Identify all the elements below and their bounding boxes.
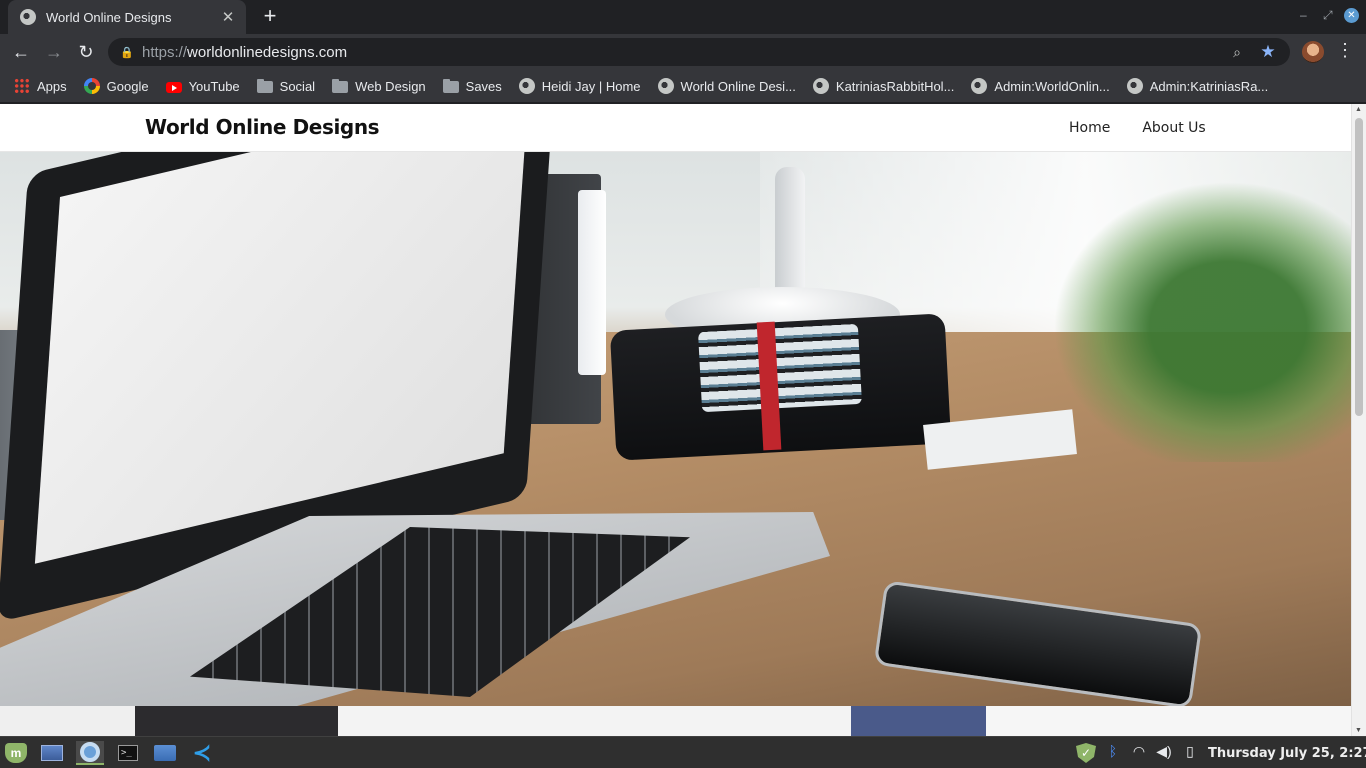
bookmark-label: Google xyxy=(106,78,149,94)
reload-button[interactable]: ↻ xyxy=(74,40,98,64)
hero-image xyxy=(0,152,1351,706)
chromium-taskbar-button[interactable] xyxy=(76,741,104,765)
bookmark-youtube[interactable]: YouTube xyxy=(165,78,240,94)
vscode-icon: ≺ xyxy=(192,740,212,765)
bookmark-label: Social xyxy=(279,78,316,94)
bookmark-label: Admin:KatriniasRa... xyxy=(1149,78,1269,94)
bluetooth-icon[interactable]: ᛒ xyxy=(1106,743,1120,763)
mint-menu-button[interactable]: m xyxy=(2,741,30,765)
scroll-up-icon[interactable]: ▲ xyxy=(1355,106,1362,113)
nav-home-link[interactable]: Home xyxy=(1069,120,1110,136)
files-taskbar-button[interactable] xyxy=(151,741,179,765)
zoom-icon[interactable]: ⌕ xyxy=(1226,44,1248,61)
bookmark-label: Admin:WorldOnlin... xyxy=(994,78,1110,94)
globe-icon xyxy=(20,9,36,25)
web-page: World Online Designs Home About Us ▲ ▼ xyxy=(0,104,1366,736)
next-section-preview xyxy=(0,706,1351,736)
plant xyxy=(1030,162,1351,462)
show-desktop-button[interactable] xyxy=(38,741,66,765)
update-shield-icon[interactable]: ✓ xyxy=(1076,743,1096,763)
browser-menu-icon[interactable]: ⋮ xyxy=(1336,40,1354,61)
files-icon xyxy=(154,745,176,761)
tab-strip: World Online Designs ✕ + ‒ ⤢ ✕ xyxy=(0,0,1366,34)
folder-icon xyxy=(256,79,273,93)
bookmarks-bar: Apps Google YouTube Social Web Design Sa… xyxy=(0,70,1366,103)
cream-tube xyxy=(578,190,606,375)
vscode-taskbar-button[interactable]: ≺ xyxy=(188,741,216,765)
lamp-neck xyxy=(775,167,805,302)
globe-icon xyxy=(812,78,829,94)
site-nav: Home About Us xyxy=(1069,120,1238,136)
nav-about-us-link[interactable]: About Us xyxy=(1142,120,1205,136)
bookmark-label: Web Design xyxy=(355,78,426,94)
new-tab-button[interactable]: + xyxy=(258,5,282,29)
bookmark-folder-social[interactable]: Social xyxy=(256,78,316,94)
bookmark-label: World Online Desi... xyxy=(680,78,796,94)
browser-tab[interactable]: World Online Designs ✕ xyxy=(8,0,246,34)
bookmark-label: Apps xyxy=(37,78,67,94)
bookmark-star-icon[interactable]: ★ xyxy=(1258,42,1278,62)
bookmark-heidi-jay[interactable]: Heidi Jay | Home xyxy=(518,78,641,94)
bookmark-katrinias-rabbit-hole[interactable]: KatriniasRabbitHol... xyxy=(812,78,955,94)
site-title[interactable]: World Online Designs xyxy=(145,115,380,139)
bookmark-world-online-designs[interactable]: World Online Desi... xyxy=(657,78,796,94)
minimize-window-button[interactable]: ‒ xyxy=(1300,8,1307,24)
show-desktop-icon xyxy=(41,745,63,761)
site-header: World Online Designs Home About Us xyxy=(0,104,1351,152)
browser-toolbar: ← → ↻ 🔒 https://worldonlinedesigns.com ⌕… xyxy=(0,34,1366,70)
url-text[interactable]: https://worldonlinedesigns.com xyxy=(142,44,1226,61)
terminal-icon: >_ xyxy=(118,745,138,761)
bookmark-folder-saves[interactable]: Saves xyxy=(442,78,502,94)
bookmark-label: KatriniasRabbitHol... xyxy=(835,78,955,94)
pens xyxy=(698,323,862,413)
lock-icon[interactable]: 🔒 xyxy=(120,46,134,59)
maximize-window-button[interactable]: ⤢ xyxy=(1323,8,1333,24)
globe-icon xyxy=(657,78,674,94)
folder-icon xyxy=(442,79,459,93)
bookmark-admin-katrinias[interactable]: Admin:KatriniasRa... xyxy=(1126,78,1269,94)
scroll-down-icon[interactable]: ▼ xyxy=(1355,727,1362,734)
profile-avatar[interactable] xyxy=(1302,41,1324,63)
os-taskbar: m >_ ≺ ✓ ᛒ ◠ ◀) ▯ Thursday July 25, 2:27… xyxy=(0,736,1366,768)
page-scrollbar[interactable]: ▲ ▼ xyxy=(1351,104,1366,736)
url-scheme: https:// xyxy=(142,43,188,61)
close-window-button[interactable]: ✕ xyxy=(1344,8,1359,23)
volume-icon[interactable]: ◀) xyxy=(1155,743,1173,763)
globe-icon xyxy=(518,78,535,94)
forward-button[interactable]: → xyxy=(42,40,66,64)
scroll-thumb[interactable] xyxy=(1355,118,1363,416)
bookmark-label: Saves xyxy=(465,78,502,94)
bookmark-admin-world-online[interactable]: Admin:WorldOnlin... xyxy=(971,78,1110,94)
youtube-icon xyxy=(165,81,182,93)
url-host: worldonlinedesigns.com xyxy=(187,43,348,61)
bookmark-label: Heidi Jay | Home xyxy=(541,78,641,94)
bookmark-label: YouTube xyxy=(188,78,240,94)
terminal-taskbar-button[interactable]: >_ xyxy=(114,741,142,765)
google-icon xyxy=(83,78,100,94)
folder-icon xyxy=(332,79,349,93)
chromium-icon xyxy=(80,742,100,762)
bookmark-apps[interactable]: Apps xyxy=(14,78,67,94)
address-bar[interactable]: 🔒 https://worldonlinedesigns.com ⌕ ★ xyxy=(108,38,1290,66)
globe-icon xyxy=(1126,78,1143,94)
wifi-icon[interactable]: ◠ xyxy=(1130,743,1148,763)
apps-grid-icon xyxy=(14,78,30,94)
close-tab-icon[interactable]: ✕ xyxy=(220,8,236,26)
bookmark-folder-web-design[interactable]: Web Design xyxy=(332,79,426,94)
battery-icon[interactable]: ▯ xyxy=(1183,743,1197,763)
mint-menu-icon: m xyxy=(5,743,27,763)
system-clock[interactable]: Thursday July 25, 2:27 PM xyxy=(1208,746,1366,761)
back-button[interactable]: ← xyxy=(9,40,33,64)
globe-icon xyxy=(971,78,988,94)
bookmark-google[interactable]: Google xyxy=(83,78,149,94)
tab-title: World Online Designs xyxy=(46,9,172,25)
